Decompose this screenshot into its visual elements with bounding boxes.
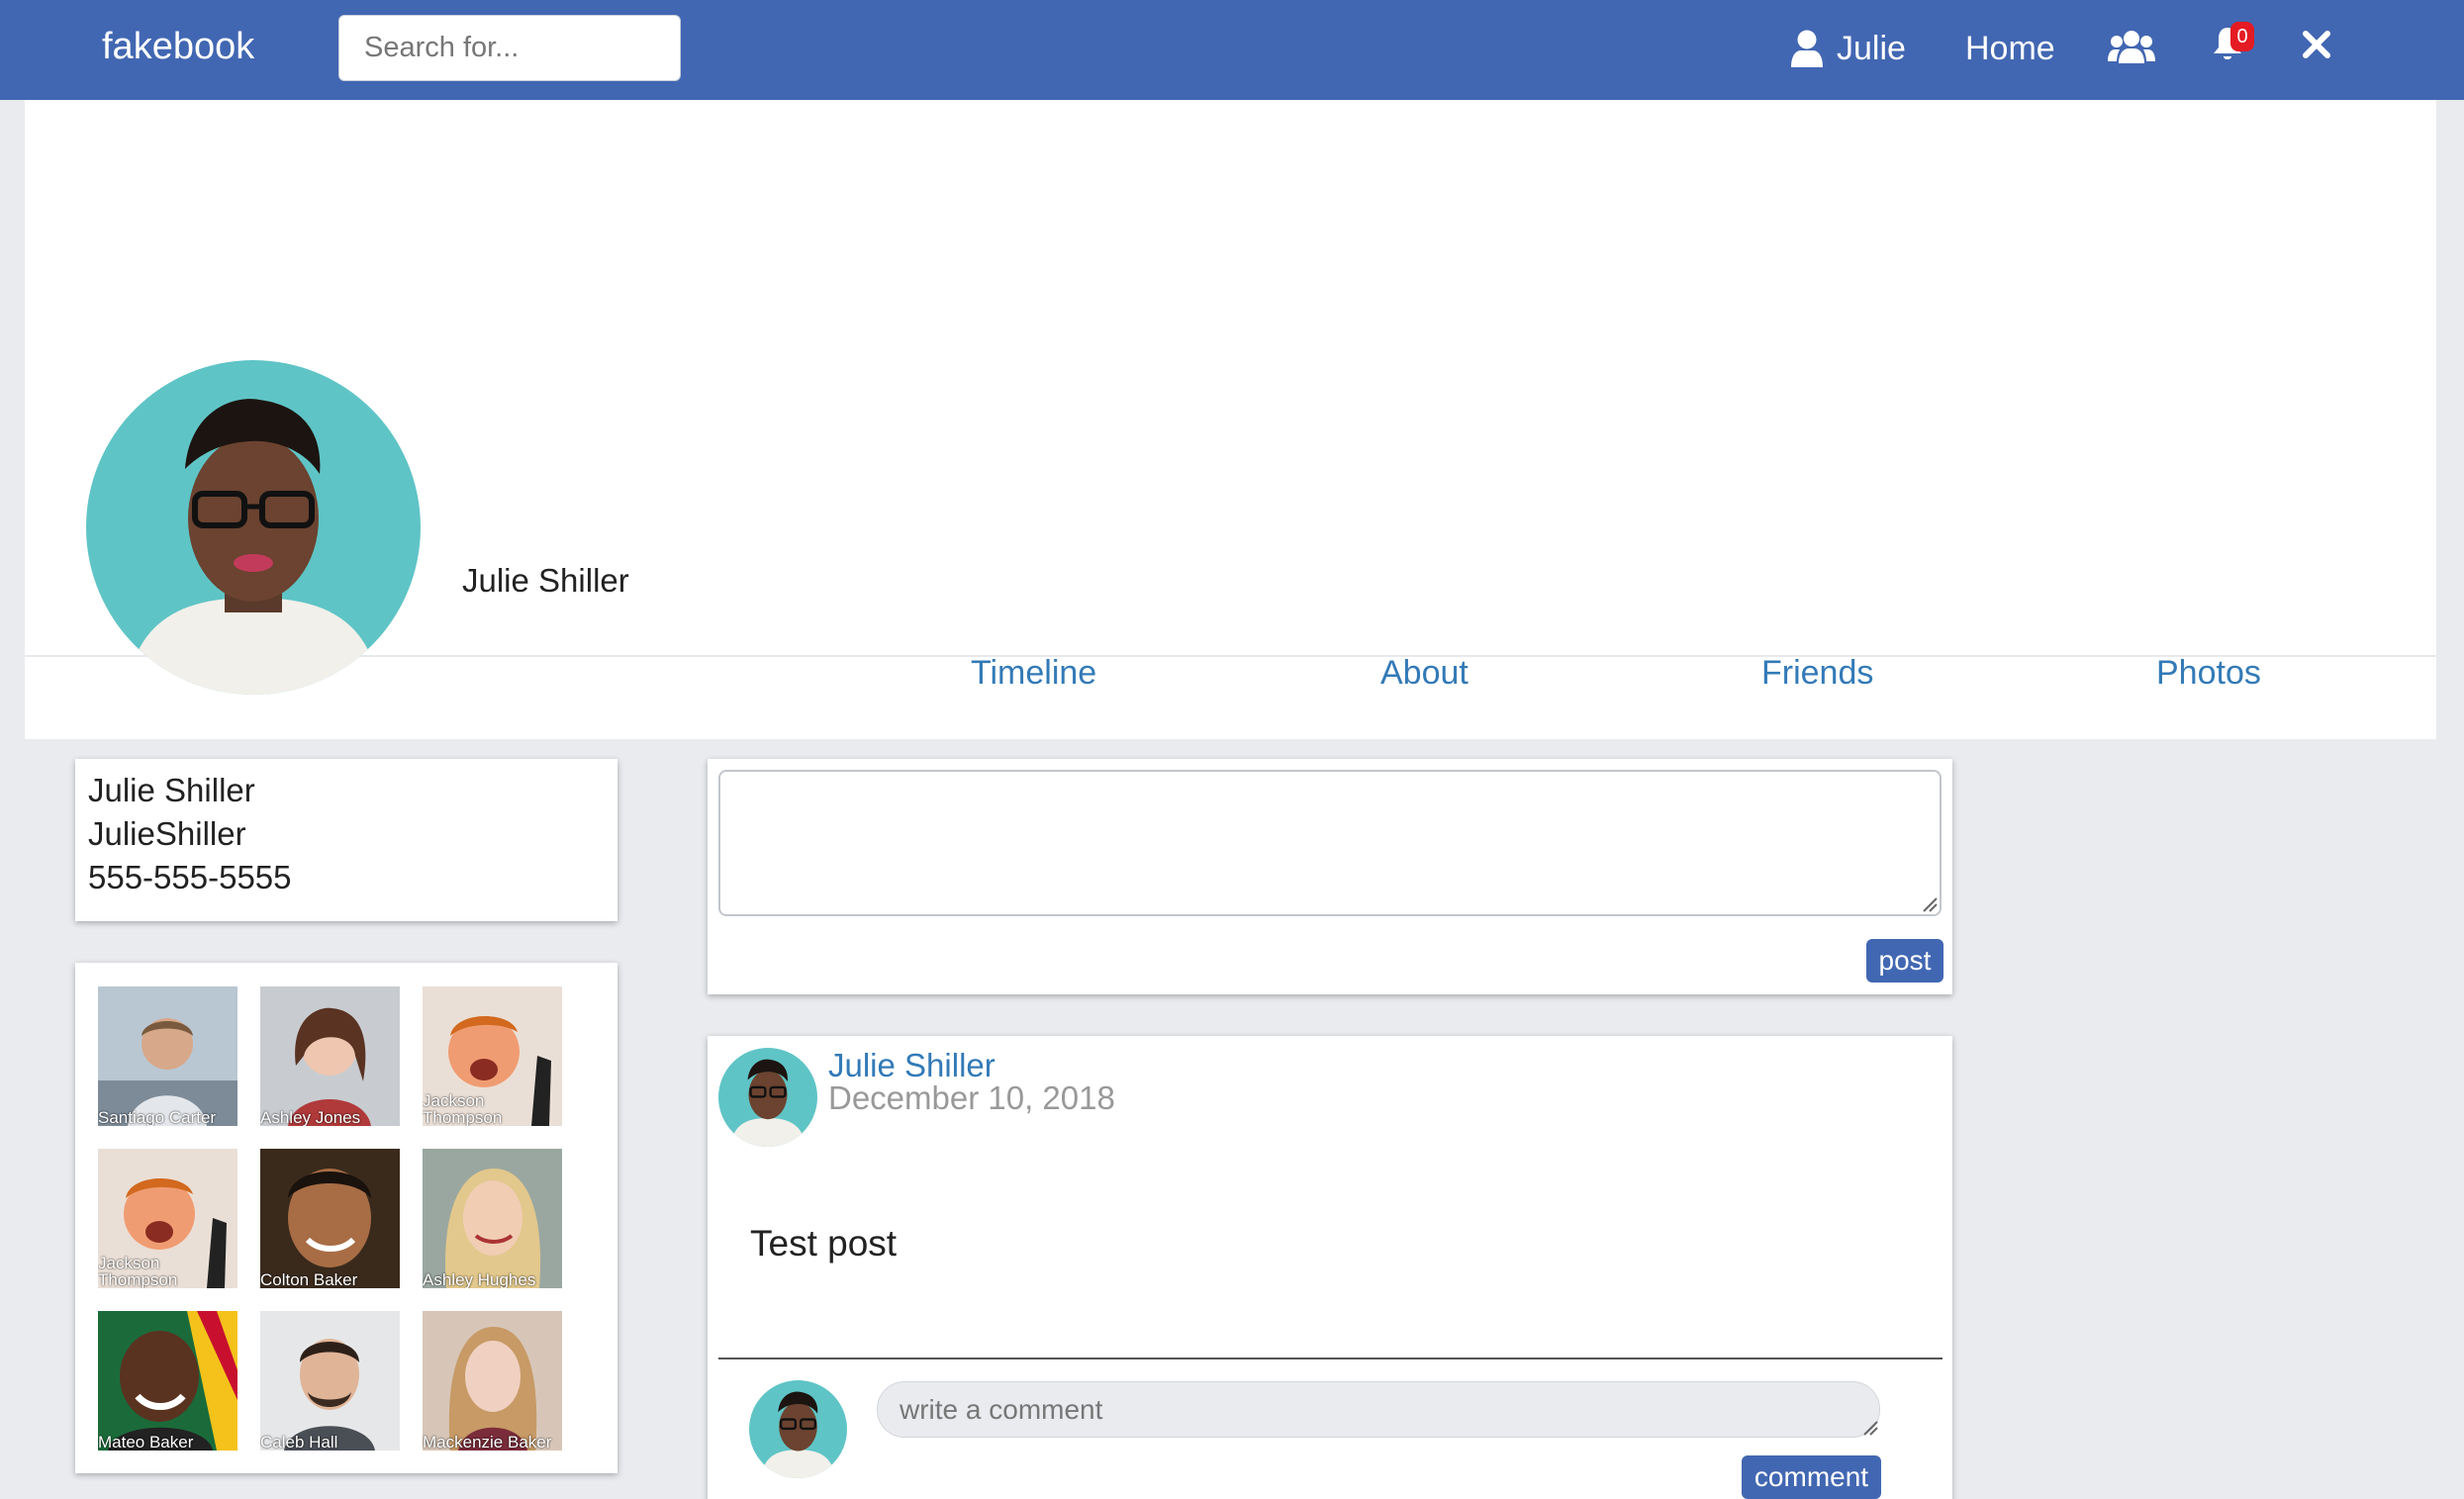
friend-tile[interactable]: Jackson Thompson [423, 986, 562, 1126]
resize-handle-icon[interactable] [1922, 896, 1938, 912]
friend-tile[interactable]: Caleb Hall [260, 1311, 400, 1451]
tab-photos[interactable]: Photos [2156, 654, 2261, 693]
notification-count-badge: 0 [2230, 22, 2254, 51]
friend-tile[interactable]: Colton Baker [260, 1149, 400, 1288]
friend-name: Mateo Baker [98, 1433, 194, 1451]
profile-avatar[interactable] [86, 360, 421, 695]
user-icon [1791, 30, 1823, 67]
friend-name: Caleb Hall [260, 1433, 338, 1451]
friend-name: Jackson Thompson [98, 1254, 178, 1288]
friends-card: Santiago Carter Ashley Jones Jackson Tho… [75, 963, 617, 1473]
about-full-name: Julie Shiller [88, 772, 255, 808]
comment-input[interactable] [877, 1381, 1880, 1438]
friends-icon[interactable] [2108, 30, 2155, 65]
profile-cover [25, 100, 2436, 739]
post-timestamp: December 10, 2018 [828, 1079, 1115, 1116]
nav-home-link[interactable]: Home [1965, 30, 2055, 68]
tab-timeline[interactable]: Timeline [971, 654, 1096, 693]
friend-tile[interactable]: Mateo Baker [98, 1311, 237, 1451]
tab-about[interactable]: About [1380, 654, 1469, 693]
about-phone: 555-555-5555 [88, 859, 292, 895]
comment-resize-handle-icon[interactable] [1862, 1420, 1878, 1436]
post-body-text: Test post [750, 1223, 898, 1264]
profile-header-divider [25, 655, 2436, 657]
post-author-avatar[interactable] [718, 1048, 817, 1147]
friend-name: Santiago Carter [98, 1108, 217, 1126]
post-composer-textarea[interactable] [718, 770, 1942, 916]
friend-tile[interactable]: Mackenzie Baker [423, 1311, 562, 1451]
friend-tile[interactable]: Jackson Thompson [98, 1149, 237, 1288]
friend-name: Ashley Jones [260, 1108, 361, 1126]
friend-tile[interactable]: Santiago Carter [98, 986, 237, 1126]
search-input[interactable] [338, 15, 681, 81]
top-navbar: fakebook Julie Home 0 [0, 0, 2464, 100]
nav-profile-link[interactable]: Julie [1791, 24, 1906, 73]
post-button[interactable]: post [1866, 939, 1943, 983]
profile-name: Julie Shiller [462, 562, 629, 599]
brand-logo[interactable]: fakebook [102, 26, 254, 68]
close-icon[interactable] [2302, 30, 2331, 59]
post-divider [718, 1358, 1943, 1359]
friend-name: Jackson Thompson [423, 1091, 503, 1126]
about-username: JulieShiller [88, 815, 246, 852]
friend-tile[interactable]: Ashley Jones [260, 986, 400, 1126]
tab-friends[interactable]: Friends [1761, 654, 1873, 693]
comment-button[interactable]: comment [1742, 1455, 1881, 1499]
friend-tile[interactable]: Ashley Hughes [423, 1149, 562, 1288]
friend-name: Ashley Hughes [423, 1270, 536, 1288]
friend-name: Colton Baker [260, 1270, 358, 1288]
commenter-avatar [749, 1380, 847, 1478]
about-card: Julie Shiller JulieShiller 555-555-5555 [75, 759, 617, 921]
friend-name: Mackenzie Baker [423, 1433, 552, 1451]
nav-user-name: Julie [1837, 29, 1906, 67]
